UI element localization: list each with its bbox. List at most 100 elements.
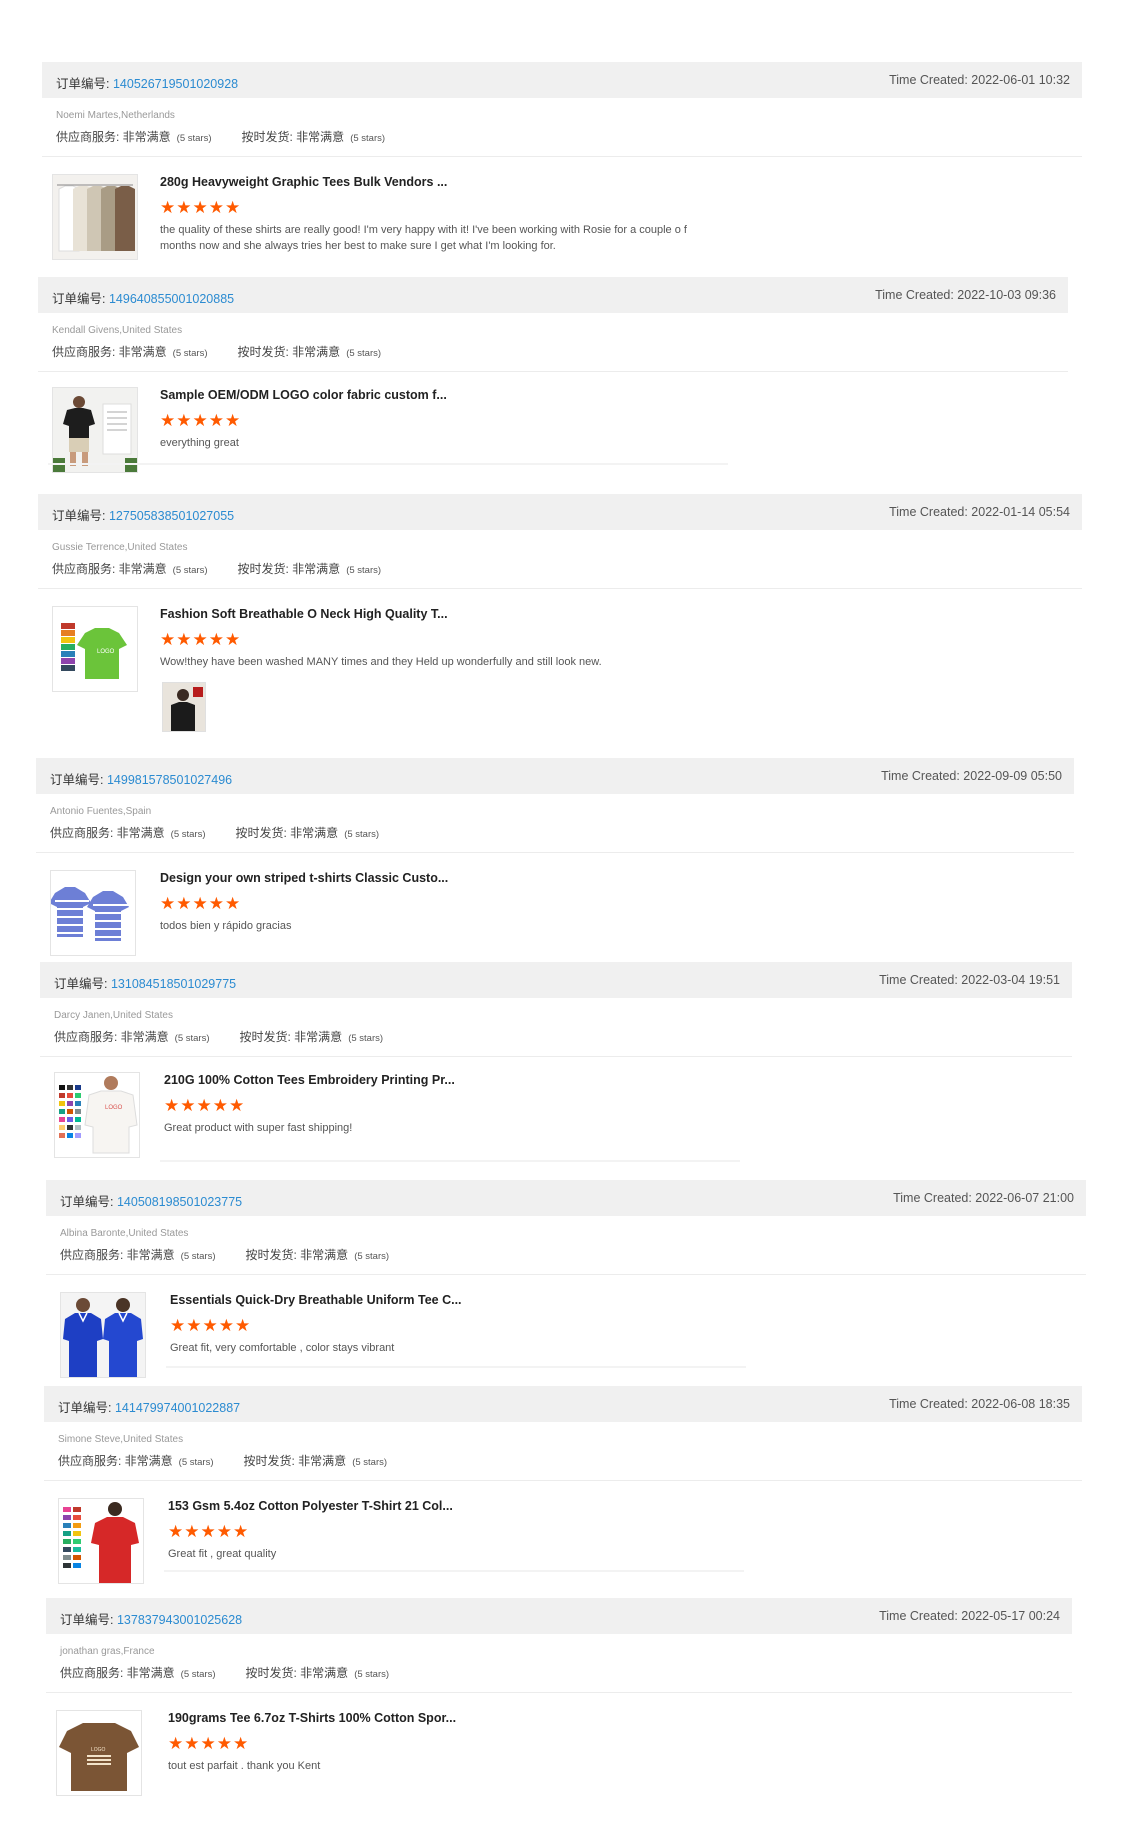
buyer-name: Noemi Martes,Netherlands <box>56 110 175 121</box>
product-thumbnail[interactable]: LOGO <box>54 1072 140 1158</box>
on-time-shipping-rating: 按时发货: 非常满意 <box>241 130 345 144</box>
order-id-link[interactable]: 140526719501020928 <box>113 77 238 91</box>
divider <box>36 852 1074 853</box>
on-time-shipping-rating: 按时发货: 非常满意 <box>245 1248 349 1262</box>
star-rating: ★★★★★ <box>160 894 242 913</box>
time-created: Time Created: 2022-01-14 05:54 <box>889 505 1070 519</box>
supplier-service-rating: 供应商服务: 非常满意 <box>54 1030 169 1044</box>
product-thumbnail[interactable] <box>58 1498 144 1584</box>
product-thumbnail[interactable] <box>60 1292 146 1378</box>
review-comment: Great fit, very comfortable , color stay… <box>170 1342 395 1354</box>
time-created: Time Created: 2022-10-03 09:36 <box>875 288 1056 302</box>
product-title-link[interactable]: 153 Gsm 5.4oz Cotton Polyester T-Shirt 2… <box>168 1499 453 1513</box>
buyer-name: Antonio Fuentes,Spain <box>50 806 152 817</box>
product-title-link[interactable]: 280g Heavyweight Graphic Tees Bulk Vendo… <box>160 175 447 189</box>
svg-text:LOGO: LOGO <box>105 1105 123 1111</box>
order-id-link[interactable]: 131084518501029775 <box>111 977 236 991</box>
order-label: 订单编号: <box>60 1613 114 1627</box>
on-time-shipping-rating: 按时发货: 非常满意 <box>239 1030 343 1044</box>
order-id-link[interactable]: 140508198501023775 <box>117 1195 242 1209</box>
svg-text:LOGO: LOGO <box>97 649 115 655</box>
on-time-shipping-rating: 按时发货: 非常满意 <box>243 1454 347 1468</box>
product-thumbnail[interactable]: LOGO <box>56 1710 142 1796</box>
buyer-name: Gussie Terrence,United States <box>52 542 188 553</box>
buyer-name: Darcy Janen,United States <box>54 1010 173 1021</box>
buyer-name: Kendall Givens,United States <box>52 325 183 336</box>
divider <box>38 371 1068 372</box>
on-time-shipping-rating: 按时发货: 非常满意 <box>237 562 341 576</box>
divider <box>38 588 1082 589</box>
supplier-service-rating: 供应商服务: 非常满意 <box>52 345 167 359</box>
buyer-name: Albina Baronte,United States <box>60 1228 189 1239</box>
product-title-link[interactable]: Fashion Soft Breathable O Neck High Qual… <box>160 607 448 621</box>
supplier-service-rating: 供应商服务: 非常满意 <box>50 826 165 840</box>
order-label: 订单编号: <box>50 773 104 787</box>
star-rating: ★★★★★ <box>160 198 242 217</box>
star-rating: ★★★★★ <box>168 1522 250 1541</box>
order-label: 订单编号: <box>60 1195 114 1209</box>
review-comment: todos bien y rápido gracias <box>160 920 292 932</box>
order-label: 订单编号: <box>54 977 108 991</box>
product-title-link[interactable]: 210G 100% Cotton Tees Embroidery Printin… <box>164 1073 455 1087</box>
rating-summary: 供应商服务: 非常满意 (5 stars) 按时发货: 非常满意 (5 stars) <box>56 130 386 144</box>
order-header: 订单编号: 131084518501029775 Time Created: 2… <box>40 962 1072 998</box>
product-thumbnail[interactable]: LOGO <box>52 606 138 692</box>
rating-summary: 供应商服务: 非常满意 (5 stars) 按时发货: 非常满意 (5 stars) <box>60 1666 390 1680</box>
rating-summary: 供应商服务: 非常满意 (5 stars) 按时发货: 非常满意 (5 stars) <box>52 345 382 359</box>
time-created: Time Created: 2022-06-07 21:00 <box>893 1191 1074 1205</box>
order-id-link[interactable]: 141479974001022887 <box>115 1401 240 1415</box>
review-comment: Wow!they have been washed MANY times and… <box>160 656 602 668</box>
supplier-service-rating: 供应商服务: 非常满意 <box>60 1248 175 1262</box>
product-title-link[interactable]: Sample OEM/ODM LOGO color fabric custom … <box>160 388 447 402</box>
product-title-link[interactable]: Design your own striped t-shirts Classic… <box>160 871 448 885</box>
order-label: 订单编号: <box>52 509 106 523</box>
rating-summary: 供应商服务: 非常满意 (5 stars) 按时发货: 非常满意 (5 stars) <box>50 826 380 840</box>
product-title-link[interactable]: Essentials Quick-Dry Breathable Uniform … <box>170 1293 462 1307</box>
rating-summary: 供应商服务: 非常满意 (5 stars) 按时发货: 非常满意 (5 stars) <box>52 562 382 576</box>
rating-summary: 供应商服务: 非常满意 (5 stars) 按时发货: 非常满意 (5 stars) <box>54 1030 384 1044</box>
buyer-name: jonathan gras,France <box>60 1646 155 1657</box>
order-header: 订单编号: 140508198501023775 Time Created: 2… <box>46 1180 1086 1216</box>
on-time-shipping-rating: 按时发货: 非常满意 <box>245 1666 349 1680</box>
star-rating: ★★★★★ <box>170 1316 252 1335</box>
rating-summary: 供应商服务: 非常满意 (5 stars) 按时发货: 非常满意 (5 stars) <box>60 1248 390 1262</box>
product-thumbnail[interactable] <box>52 387 138 473</box>
time-created: Time Created: 2022-06-01 10:32 <box>889 73 1070 87</box>
buyer-name: Simone Steve,United States <box>58 1434 184 1445</box>
order-header: 订单编号: 141479974001022887 Time Created: 2… <box>44 1386 1082 1422</box>
supplier-service-rating: 供应商服务: 非常满意 <box>58 1454 173 1468</box>
review-comment: everything great <box>160 437 239 449</box>
divider <box>46 1692 1072 1693</box>
product-thumbnail[interactable] <box>52 174 138 260</box>
on-time-shipping-rating: 按时发货: 非常满意 <box>237 345 341 359</box>
order-header: 订单编号: 149640855001020885 Time Created: 2… <box>38 277 1068 313</box>
star-rating: ★★★★★ <box>160 630 242 649</box>
time-created: Time Created: 2022-05-17 00:24 <box>879 1609 1060 1623</box>
divider <box>46 1274 1086 1275</box>
order-header: 订单编号: 140526719501020928 Time Created: 2… <box>42 62 1082 98</box>
star-rating: ★★★★★ <box>164 1096 246 1115</box>
order-label: 订单编号: <box>58 1401 112 1415</box>
time-created: Time Created: 2022-09-09 05:50 <box>881 769 1062 783</box>
supplier-service-rating: 供应商服务: 非常满意 <box>56 130 171 144</box>
star-rating: ★★★★★ <box>160 411 242 430</box>
product-thumbnail[interactable] <box>50 870 136 956</box>
order-id-link[interactable]: 149640855001020885 <box>109 292 234 306</box>
order-id-link[interactable]: 127505838501027055 <box>109 509 234 523</box>
time-created: Time Created: 2022-06-08 18:35 <box>889 1397 1070 1411</box>
review-photo[interactable] <box>162 682 206 732</box>
order-label: 订单编号: <box>52 292 106 306</box>
svg-text:LOGO: LOGO <box>91 1747 106 1753</box>
order-id-link[interactable]: 137837943001025628 <box>117 1613 242 1627</box>
supplier-service-rating: 供应商服务: 非常满意 <box>52 562 167 576</box>
order-label: 订单编号: <box>56 77 110 91</box>
divider <box>44 1480 1082 1481</box>
supplier-service-rating: 供应商服务: 非常满意 <box>60 1666 175 1680</box>
review-comment: the quality of these shirts are really g… <box>160 224 687 252</box>
star-rating: ★★★★★ <box>168 1734 250 1753</box>
order-id-link[interactable]: 149981578501027496 <box>107 773 232 787</box>
divider <box>42 156 1082 157</box>
on-time-shipping-rating: 按时发货: 非常满意 <box>235 826 339 840</box>
product-title-link[interactable]: 190grams Tee 6.7oz T-Shirts 100% Cotton … <box>168 1711 456 1725</box>
order-header: 订单编号: 149981578501027496 Time Created: 2… <box>36 758 1074 794</box>
